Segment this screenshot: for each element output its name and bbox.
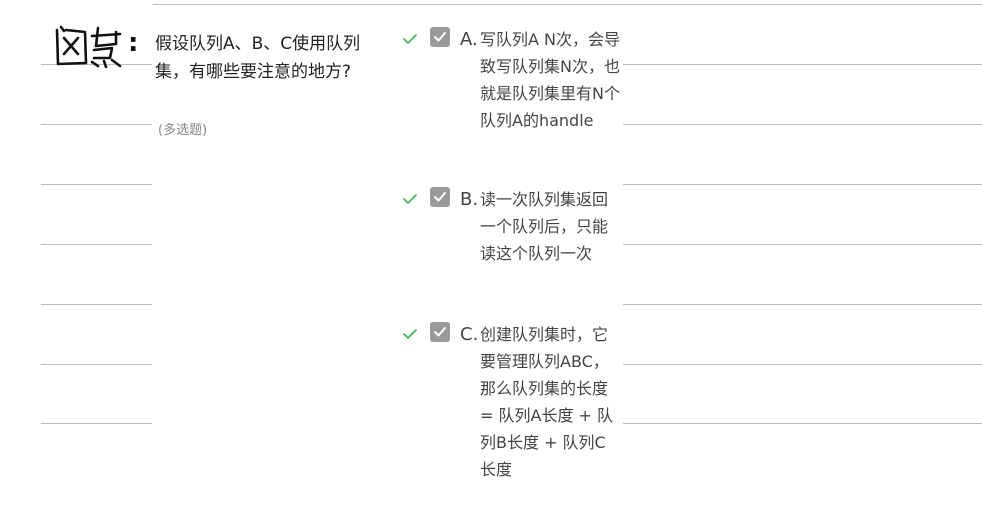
left-rule (41, 423, 152, 424)
right-rule (623, 364, 982, 365)
right-rule (623, 64, 982, 65)
option-checkbox[interactable] (430, 322, 450, 342)
correct-check-icon (403, 329, 417, 339)
option-letter: A. (460, 29, 478, 50)
option-text: 写队列A N次，会导致写队列集N次，也就是队列集里有N个队列A的handle (480, 30, 621, 130)
correct-check-icon (403, 34, 417, 44)
option-text: 读一次队列集返回一个队列后，只能读这个队列一次 (480, 190, 609, 263)
option-checkbox[interactable] (430, 27, 450, 47)
right-rule (623, 184, 982, 185)
option-checkbox[interactable] (430, 187, 450, 207)
question-text: 假设队列A、B、C使用队列集，有哪些要注意的地方? (155, 34, 361, 82)
option-text: 创建队列集时，它要管理队列ABC，那么队列集的长度 = 队列A长度 + 队列B长… (480, 325, 614, 479)
right-rule (623, 304, 982, 305)
option-letter: B. (460, 189, 479, 210)
left-rule (41, 124, 152, 125)
checkmark-icon (434, 32, 446, 42)
right-rule (623, 244, 982, 245)
left-rule (41, 184, 152, 185)
stamp-colon: : (128, 28, 139, 58)
question-type-label: (多选题) (158, 123, 208, 138)
correct-check-icon (403, 194, 417, 204)
checkmark-icon (434, 327, 446, 337)
left-rule (41, 364, 152, 365)
checkmark-icon (434, 192, 446, 202)
right-rule (623, 423, 982, 424)
handwritten-question-stamp (55, 25, 122, 68)
left-rule (41, 244, 152, 245)
right-rule (623, 124, 982, 125)
option-letter: C. (460, 324, 479, 345)
left-rule (41, 304, 152, 305)
top-rule (153, 4, 982, 5)
